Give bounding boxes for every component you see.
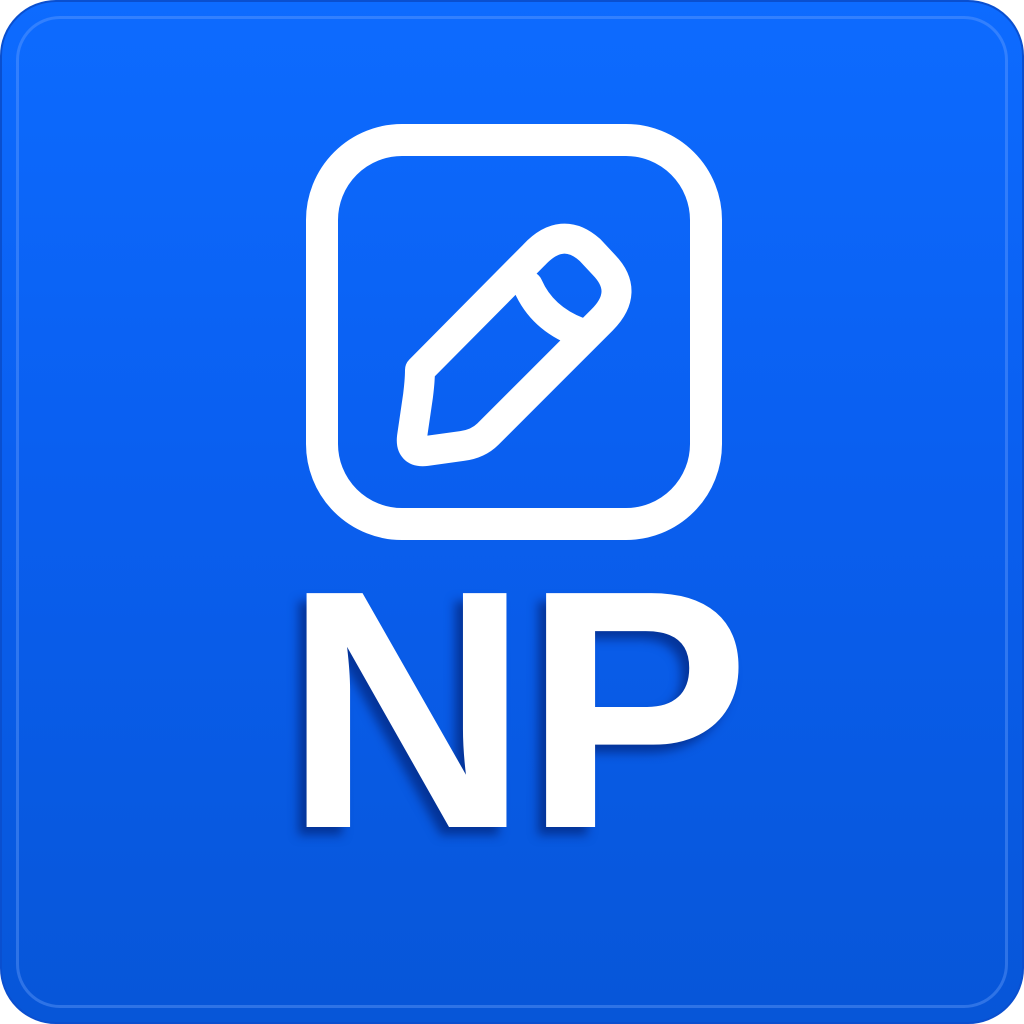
monogram-text: NP bbox=[283, 520, 750, 900]
edit-square-pencil-icon bbox=[306, 124, 722, 540]
app-icon[interactable]: NP bbox=[0, 0, 1024, 1024]
